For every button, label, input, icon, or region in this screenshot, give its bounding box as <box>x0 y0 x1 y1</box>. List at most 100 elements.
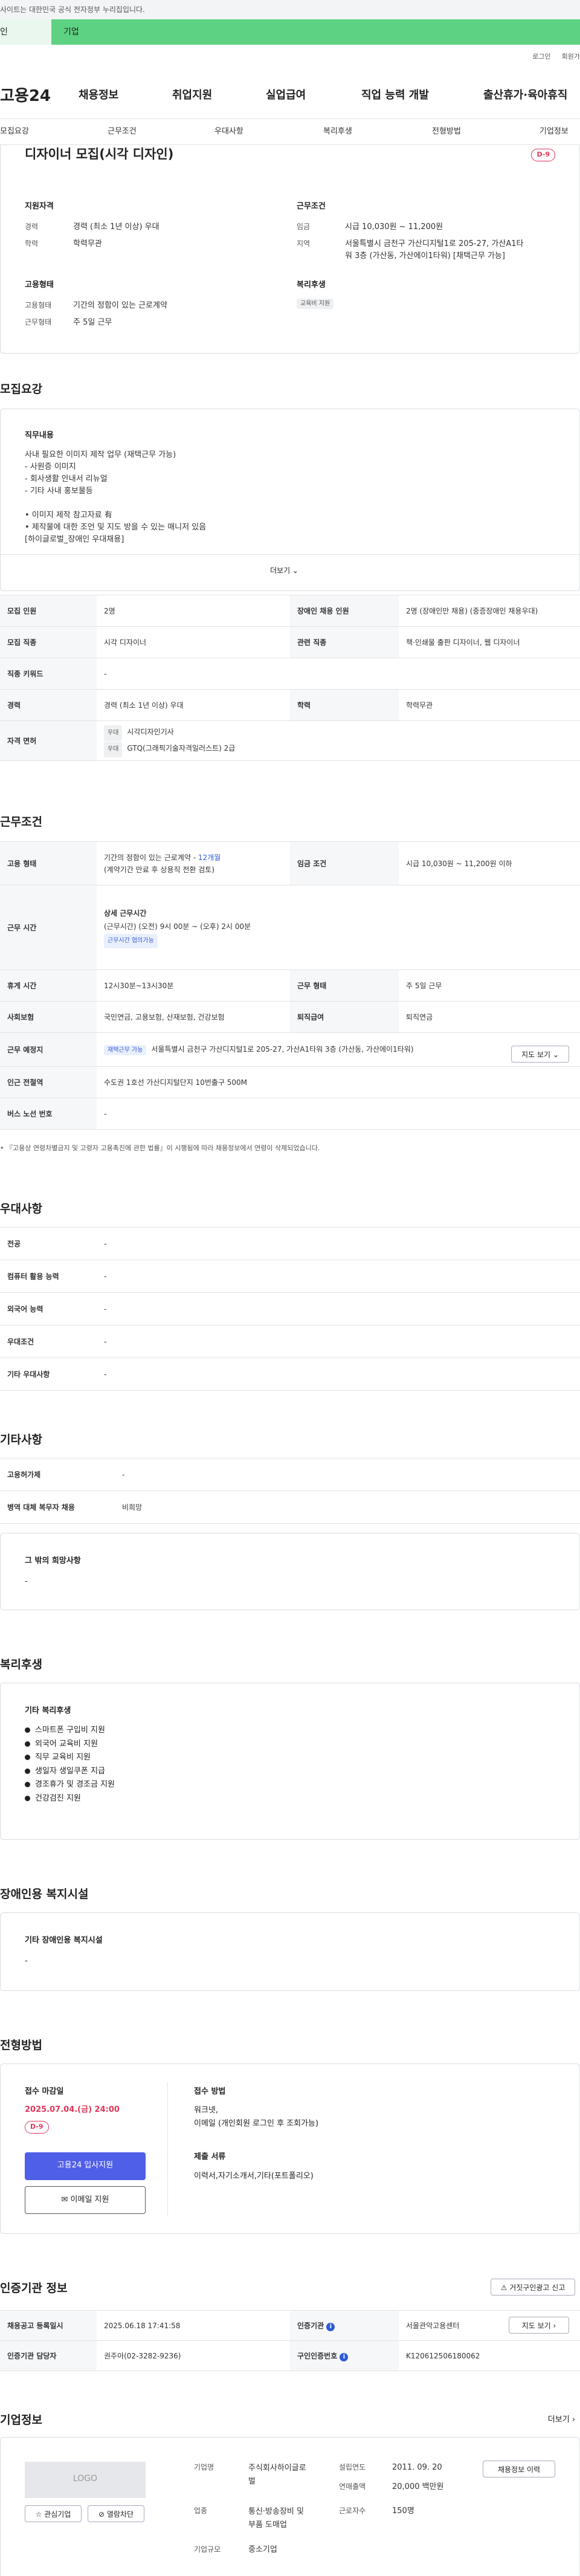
disabled-value: - <box>25 1956 28 1966</box>
tab-work[interactable]: 근무조건 <box>108 126 137 138</box>
gnb-item-unemployment[interactable]: 실업급여 <box>266 87 306 103</box>
table-row: 버스 노선 번호 - <box>0 1098 580 1130</box>
scale-label: 기업규모 <box>194 2545 221 2554</box>
table-row: 사회보험 국민연금, 고용보험, 산재보험, 건강보험 퇴직급여 퇴직연금 <box>0 1001 580 1033</box>
table-row: 외국어 능력 - <box>0 1292 580 1325</box>
global-nav: 고용24 채용정보 취업지원 실업급여 직업 능력 개발 출산휴가·육아휴직 <box>0 82 580 109</box>
email-apply-button[interactable]: ✉ 이메일 지원 <box>25 2186 146 2214</box>
area-value-1: 서울특별시 금천구 가산디지털1로 205-27, 가산A1타 <box>345 239 524 248</box>
sales-value: 20,000 백만원 <box>392 2482 444 2491</box>
license-tag: 우대 <box>104 725 123 741</box>
welfare-card: 기타 복리후생 스마트폰 구입비 지원 외국어 교육비 지원 직무 교육비 지원… <box>0 1683 580 1840</box>
area-label: 지역 <box>297 239 311 248</box>
job-history-button[interactable]: 채용정보 이력 <box>483 2461 555 2477</box>
docs-value: 이력서,자기소개서,기타(포트폴리오) <box>194 2172 314 2181</box>
block-company-button[interactable]: ⊘ 열람차단 <box>88 2505 144 2522</box>
gnb-item-jobs[interactable]: 채용정보 <box>79 87 118 103</box>
process-heading: 전형방법 <box>0 2039 42 2052</box>
tab-individual[interactable]: 인 <box>0 19 51 45</box>
wish-value: - <box>25 1577 28 1586</box>
info-icon[interactable]: i <box>340 2352 349 2361</box>
block-icon: ⊘ <box>98 2510 107 2519</box>
cert-heading: 인증기관 정보 <box>0 2282 68 2295</box>
job-title: 디자이너 모집(시각 디자인) <box>25 147 174 161</box>
wish-card: 그 밖의 희망사항 - <box>0 1533 580 1610</box>
list-item: 스마트폰 구입비 지원 <box>25 1724 115 1736</box>
etype-value: 기간의 정함이 있는 근로계약 <box>73 301 167 310</box>
disabled-sub: 기타 장애인용 복지시설 <box>25 1936 103 1945</box>
gnb-item-leave[interactable]: 출산휴가·육아휴직 <box>483 87 567 103</box>
mail-icon: ✉ <box>61 2195 71 2204</box>
wage-label: 임금 <box>297 222 311 231</box>
report-button[interactable]: ⚠ 거짓구인광고 신고 <box>491 2279 575 2296</box>
deadline-label: 접수 마감일 <box>25 2087 64 2096</box>
tab-pref[interactable]: 우대사항 <box>214 126 243 138</box>
site-logo[interactable]: 고용24 <box>0 85 51 108</box>
table-row: 컴퓨터 활용 능력 - <box>0 1260 580 1293</box>
remote-tag: 재택근무 가능 <box>104 1045 147 1055</box>
table-row: 병역 대체 복무자 채용 비희망 <box>0 1490 580 1524</box>
disabled-heading: 장애인용 복지시설 <box>0 1888 89 1901</box>
company-name-value: 주식회사하이글로 벌 <box>248 2464 306 2486</box>
tab-company[interactable]: 기업 <box>51 19 580 45</box>
company-more-link[interactable]: 더보기 › <box>548 2414 575 2426</box>
list-item: 건강검진 지원 <box>25 1793 115 1805</box>
days-value: 주 5일 근무 <box>73 318 112 327</box>
contract-period-link[interactable]: 12개월 <box>198 853 221 862</box>
apply-button[interactable]: 고용24 입사지원 <box>25 2152 146 2180</box>
welfare-section-heading: 복리후생 <box>0 1658 42 1671</box>
table-row: 인근 전철역 수도권 1호선 가산디지털단지 10번출구 500M <box>0 1066 580 1098</box>
tab-company[interactable]: 기업정보 <box>540 126 569 138</box>
login-link[interactable]: 로그인 <box>532 53 550 60</box>
gov-notice-text: 사이트는 대한민국 공식 전자정부 누리집입니다. <box>0 5 145 14</box>
edu-label: 학력 <box>25 239 39 248</box>
fav-company-button[interactable]: ☆ 관심기업 <box>25 2505 82 2522</box>
table-row: 경력 경력 (최소 1년 이상) 우대 학력 학력무관 <box>0 689 580 721</box>
industry-label: 업종 <box>194 2506 208 2515</box>
star-icon: ☆ <box>35 2510 45 2519</box>
table-row: 기타 우대사항 - <box>0 1358 580 1391</box>
signup-link[interactable]: 회원가 <box>562 53 580 60</box>
tab-recruit[interactable]: 모집요강 <box>0 126 29 138</box>
recruit-table: 모집 인원 2명 장애인 채용 인원 2명 (장애인만 채용) (중증장애인 채용우… <box>0 595 580 761</box>
table-row: 인증기관 담당자 권주아(02-3282-9236) 구인인증번호 i K1206… <box>0 2340 580 2371</box>
cert-map-button[interactable]: 지도 보기 › <box>509 2317 569 2334</box>
gnb-item-training[interactable]: 직업 능력 개발 <box>361 87 429 103</box>
disabled-card: 기타 장애인용 복지시설 - <box>0 1912 580 1991</box>
map-button[interactable]: 지도 보기 ⌄ <box>511 1046 569 1063</box>
gov-notice: 사이트는 대한민국 공식 전자정부 누리집입니다. <box>0 0 580 19</box>
tab-welfare[interactable]: 복리후생 <box>323 126 352 138</box>
table-row: 고용 형태 기간의 정함이 있는 근로계약 - 12개월 (계약기간 만료 후 상… <box>0 841 580 885</box>
user-type-tabs: 인 기업 <box>0 19 580 45</box>
employees-value: 150명 <box>392 2506 414 2516</box>
welfare-heading: 복리후생 <box>297 280 326 290</box>
tab-process[interactable]: 전형방법 <box>432 126 461 138</box>
welfare-list: 스마트폰 구입비 지원 외국어 교육비 지원 직무 교육비 지원 생일자 생일쿠… <box>25 1724 115 1806</box>
more-button[interactable]: 더보기 ⌄ <box>270 565 298 576</box>
etype-label: 고용형태 <box>25 301 52 309</box>
welfare-sub: 기타 복리후생 <box>25 1706 71 1715</box>
list-item: 경조휴가 및 경조금 지원 <box>25 1779 115 1791</box>
gnb-item-employment-support[interactable]: 취업지원 <box>172 87 212 103</box>
table-row: 자격 면허 우대 시각디자인기사 우대 GTQ(그래픽기술자격일러스트) 2급 <box>0 720 580 761</box>
section-tabs: 모집요강 근무조건 우대사항 복리후생 전형방법 기업정보 <box>0 118 580 145</box>
welfare-tag: 교육비 지원 <box>297 297 338 309</box>
process-dday-badge: D-9 <box>25 2121 49 2134</box>
qual-heading: 지원자격 <box>25 202 54 211</box>
sales-label: 연매출액 <box>339 2482 366 2491</box>
founded-value: 2011. 09. 20 <box>392 2463 442 2472</box>
scale-value: 중소기업 <box>248 2545 277 2554</box>
edu-value: 학력무관 <box>73 239 102 248</box>
summary-card: 디자이너 모집(시각 디자인) D-9 지원자격 경력 경력 (최소 1년 이상… <box>0 145 580 354</box>
type-heading: 고용형태 <box>25 280 54 290</box>
table-row: 모집 직종 시각 디자이너 관련 직종 책·인쇄물 출판 디자이너, 웹 디자이너 <box>0 626 580 658</box>
table-row: 전공 - <box>0 1227 580 1260</box>
company-card: LOGO ☆ 관심기업 ⊘ 열람차단 기업명 주식회사하이글로 벌 설립연도 20… <box>0 2437 580 2576</box>
duty-card: 직무내용 사내 필요한 이미지 제작 업무 (재택근무 가능) - 사원증 이미… <box>0 409 580 591</box>
deadline-value: 2025.07.04.(금) 24:00 <box>25 2105 120 2114</box>
company-logo: LOGO <box>25 2462 146 2498</box>
etc-table: 고용허가제 - 병역 대체 복무자 채용 비희망 <box>0 1458 580 1524</box>
table-row: 채용공고 등록일시 2025.06.18 17:41:58 인증기관 i 서울관악… <box>0 2310 580 2341</box>
info-icon[interactable]: i <box>326 2322 335 2331</box>
etc-heading: 기타사항 <box>0 1433 42 1446</box>
